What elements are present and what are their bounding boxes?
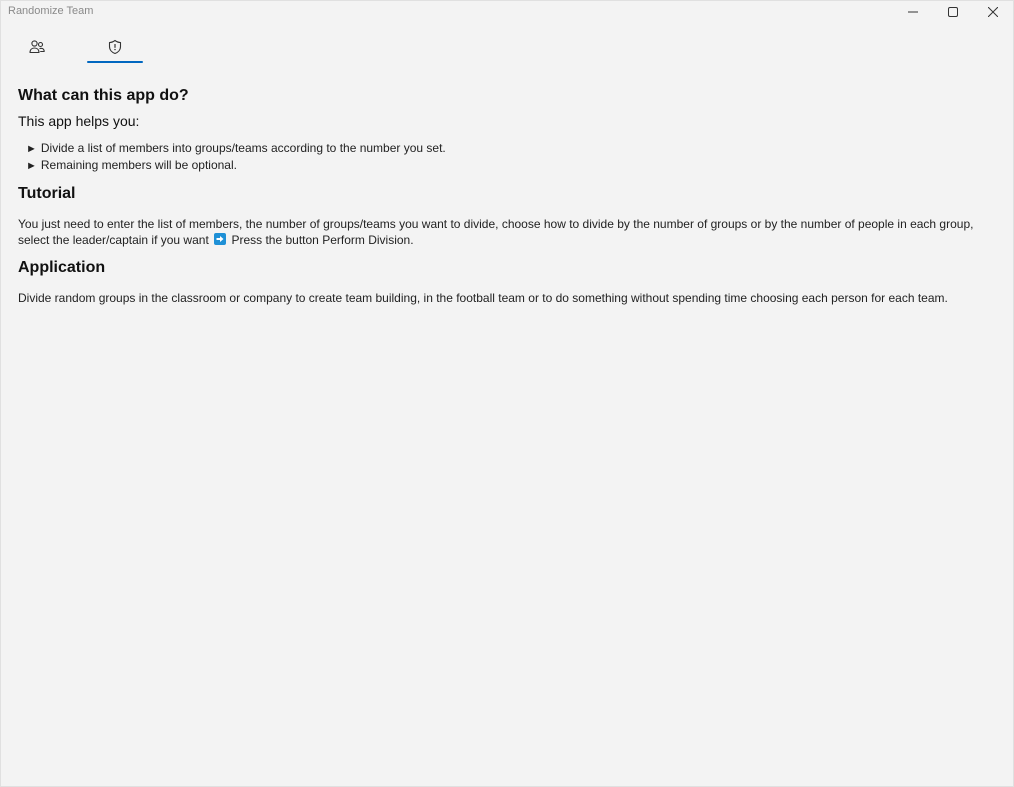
- maximize-button[interactable]: [933, 1, 973, 23]
- tutorial-text-end: Press the button Perform Division.: [231, 233, 414, 247]
- maximize-icon: [948, 7, 958, 17]
- tab-selected-indicator: [87, 61, 143, 63]
- minimize-button[interactable]: [893, 1, 933, 23]
- minimize-icon: [908, 11, 918, 13]
- tab-bar: [9, 31, 165, 65]
- bullet-arrow-icon: ►: [26, 160, 37, 172]
- what-can-app-do-heading: What can this app do?: [18, 87, 189, 104]
- shield-icon: [108, 39, 122, 55]
- application-heading: Application: [18, 259, 106, 276]
- tab-members[interactable]: [9, 31, 65, 63]
- app-window: Randomize Team What can this app do? Thi…: [0, 0, 1014, 787]
- feature-list: ► Divide a list of members into groups/te…: [18, 140, 993, 174]
- close-icon: [988, 7, 998, 17]
- close-button[interactable]: [973, 1, 1013, 23]
- bullet-arrow-icon: ►: [26, 143, 37, 155]
- caption-buttons: [893, 1, 1013, 23]
- list-item-text: Remaining members will be optional.: [40, 158, 237, 172]
- about-content: What can this app do? This app helps you…: [18, 87, 993, 306]
- intro-text: This app helps you:: [18, 113, 140, 129]
- list-item-text: Divide a list of members into groups/tea…: [40, 141, 446, 155]
- tutorial-text: You just need to enter the list of membe…: [18, 216, 993, 248]
- application-text: Divide random groups in the classroom or…: [18, 291, 948, 305]
- tutorial-text-start: You just need to enter the list of membe…: [18, 217, 974, 247]
- tab-about[interactable]: [87, 31, 143, 63]
- people-icon: [29, 40, 45, 54]
- window-title: Randomize Team: [8, 5, 94, 17]
- right-arrow-icon: [214, 233, 227, 245]
- tutorial-heading: Tutorial: [18, 185, 76, 202]
- title-bar[interactable]: Randomize Team: [1, 1, 1013, 23]
- list-item: ► Remaining members will be optional.: [26, 157, 993, 174]
- list-item: ► Divide a list of members into groups/te…: [26, 140, 993, 157]
